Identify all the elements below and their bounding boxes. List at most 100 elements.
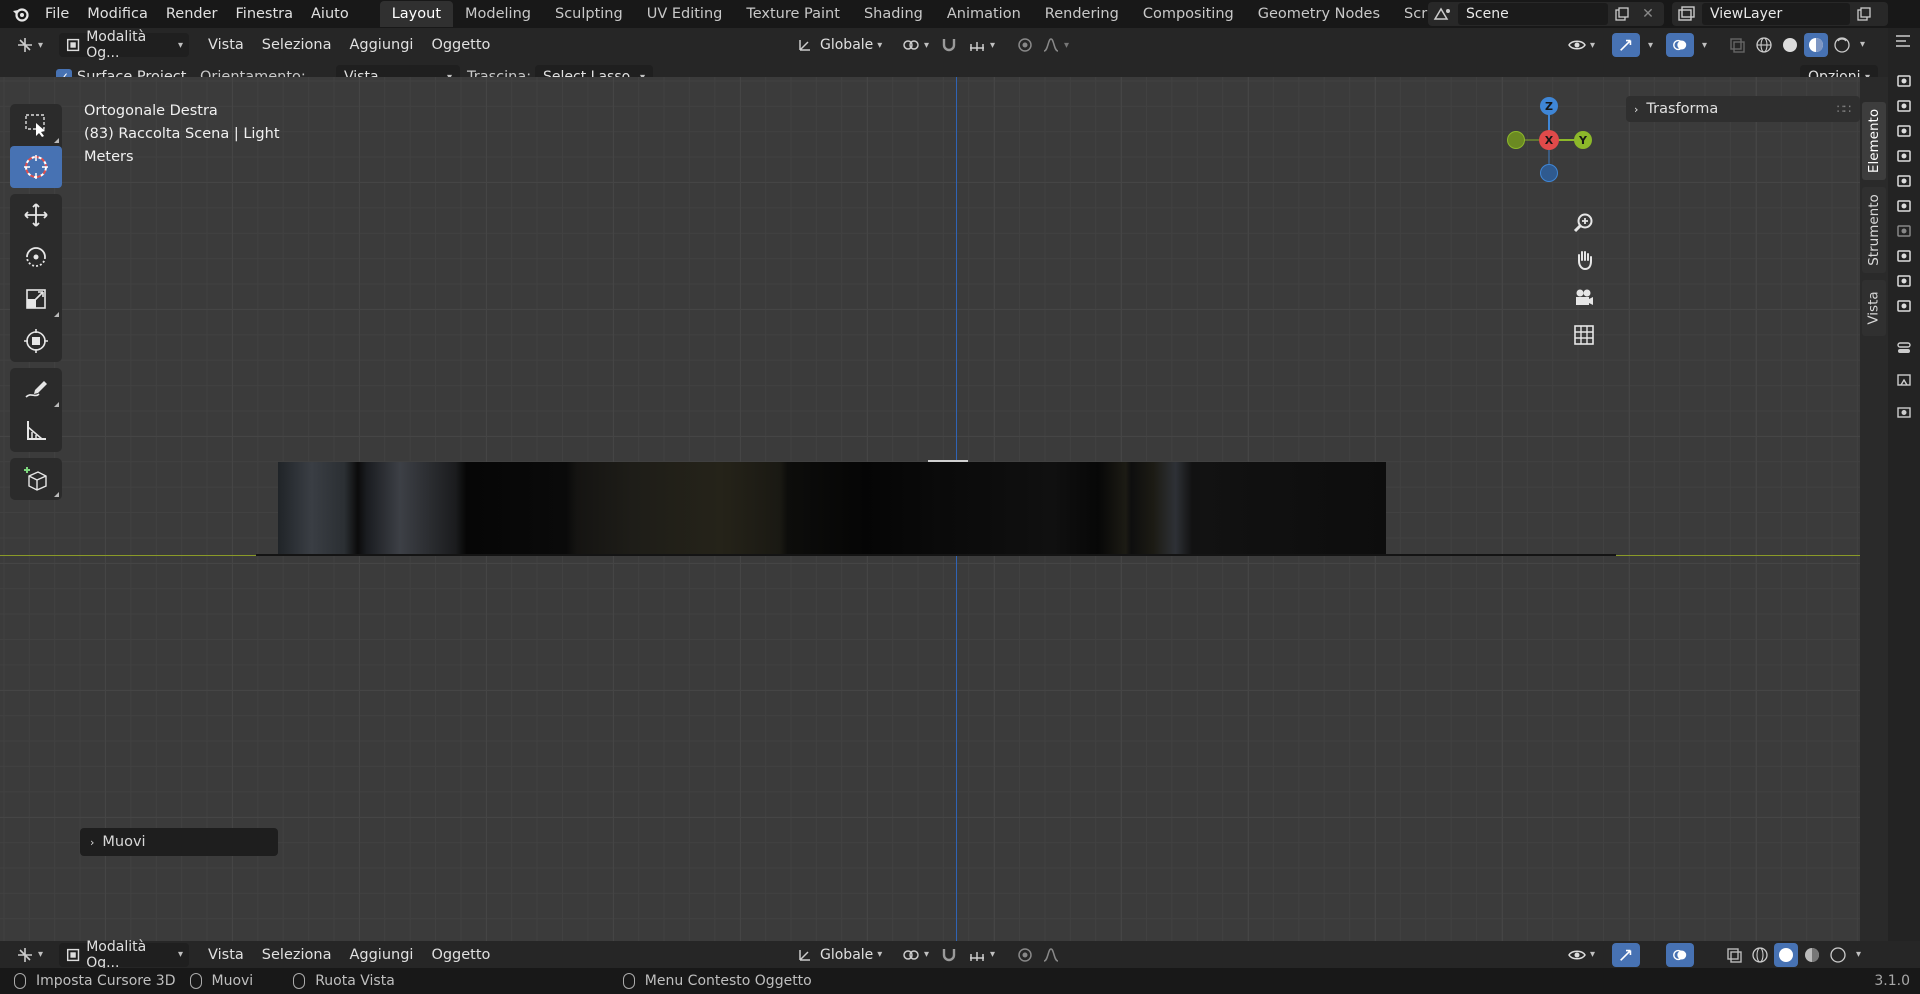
menu-oggetto[interactable]: Oggetto	[422, 943, 499, 967]
snap-target-dropdown[interactable]: ▾	[962, 33, 1001, 57]
gizmo-neg-y-axis[interactable]	[1507, 131, 1525, 149]
add-cube-tool[interactable]	[10, 458, 62, 500]
gizmo-y-axis[interactable]: Y	[1574, 131, 1592, 149]
menu-aggiungi[interactable]: Aggiungi	[340, 943, 422, 967]
pivot-point-dropdown[interactable]: ▾	[896, 943, 935, 967]
tab-strumento[interactable]: Strumento	[1862, 187, 1886, 273]
mode-dropdown[interactable]: Modalità Og... ▾	[59, 29, 190, 61]
visibility-dropdown[interactable]: ▾	[1562, 943, 1601, 967]
shading-dropdown-chevron[interactable]: ▾	[1856, 949, 1861, 967]
rotate-tool[interactable]	[10, 236, 62, 278]
scene-name-field[interactable]: Scene	[1458, 3, 1608, 25]
transform-tool[interactable]	[10, 320, 62, 362]
duplicate-scene-icon[interactable]	[1608, 7, 1636, 21]
tool-settings-icon[interactable]	[1896, 340, 1912, 356]
solid-shading-button[interactable]	[1774, 942, 1798, 967]
move-tool[interactable]	[10, 194, 62, 236]
falloff-dropdown[interactable]	[1036, 943, 1066, 967]
camera-render-icon[interactable]	[1896, 247, 1912, 263]
camera-render-icon[interactable]	[1896, 122, 1912, 138]
snap-toggle[interactable]	[934, 33, 964, 57]
gizmo-toggle[interactable]	[1612, 33, 1640, 57]
redo-last-panel[interactable]: › Muovi	[80, 828, 278, 856]
transform-orientation-dropdown[interactable]: Globale ▾	[790, 943, 888, 967]
editor-type-button[interactable]: ▾	[10, 33, 49, 57]
view-layer-name-field[interactable]: ViewLayer	[1702, 3, 1850, 25]
tab-uv-editing[interactable]: UV Editing	[635, 1, 735, 27]
navigation-gizmo[interactable]: Z Y X	[1496, 87, 1606, 197]
tab-rendering[interactable]: Rendering	[1033, 1, 1131, 27]
close-icon[interactable]: ✕	[1636, 6, 1660, 22]
transform-orientation-dropdown[interactable]: Globale ▾	[790, 33, 888, 57]
menu-oggetto[interactable]: Oggetto	[422, 33, 499, 57]
material-shading-button[interactable]	[1800, 943, 1824, 967]
selected-object-mesh[interactable]	[278, 462, 1386, 555]
menu-vista[interactable]: Vista	[199, 33, 253, 57]
scene-icon[interactable]	[1428, 6, 1458, 22]
tab-shading[interactable]: Shading	[852, 1, 935, 27]
camera-render-icon[interactable]	[1896, 97, 1912, 113]
tab-vista[interactable]: Vista	[1862, 280, 1886, 336]
xray-toggle[interactable]	[1722, 33, 1752, 57]
camera-view-button[interactable]	[1569, 283, 1599, 313]
xray-toggle[interactable]	[1722, 943, 1746, 967]
annotate-tool[interactable]	[10, 368, 62, 410]
overlay-toggle[interactable]	[1666, 33, 1694, 57]
menu-vista[interactable]: Vista	[199, 943, 253, 967]
mode-dropdown[interactable]: Modalità Og... ▾	[59, 939, 190, 971]
tab-sculpting[interactable]: Sculpting	[543, 1, 635, 27]
menu-aiuto[interactable]: Aiuto	[302, 0, 358, 28]
duplicate-view-layer-icon[interactable]	[1850, 7, 1878, 21]
menu-render[interactable]: Render	[157, 0, 227, 28]
rendered-shading-button[interactable]	[1830, 33, 1854, 57]
camera-render-icon[interactable]	[1896, 222, 1912, 238]
gizmo-dropdown-chevron[interactable]: ▾	[1648, 40, 1653, 51]
tab-texture-paint[interactable]: Texture Paint	[734, 1, 852, 27]
output-properties-icon[interactable]	[1896, 404, 1912, 420]
render-properties-icon[interactable]	[1896, 372, 1912, 388]
pivot-point-dropdown[interactable]: ▾	[896, 33, 935, 57]
outliner-editor-icon[interactable]	[1894, 32, 1912, 54]
editor-type-button[interactable]: ▾	[10, 943, 49, 967]
transform-panel-header[interactable]: › Trasforma ∷∷	[1626, 96, 1860, 122]
menu-finestra[interactable]: Finestra	[227, 0, 303, 28]
overlay-toggle[interactable]	[1666, 942, 1694, 967]
zoom-button[interactable]	[1569, 208, 1599, 238]
tab-layout[interactable]: Layout	[379, 1, 454, 27]
falloff-dropdown[interactable]: ▾	[1036, 33, 1075, 57]
camera-render-icon[interactable]	[1896, 72, 1912, 88]
visibility-dropdown[interactable]: ▾	[1562, 33, 1601, 57]
perspective-toggle-button[interactable]	[1569, 320, 1599, 350]
drag-handle-icon[interactable]: ∷∷	[1837, 102, 1851, 116]
gizmo-x-axis[interactable]: X	[1539, 130, 1559, 150]
camera-render-icon[interactable]	[1896, 172, 1912, 188]
3d-viewport[interactable]: Ortogonale Destra (83) Raccolta Scena | …	[0, 77, 1860, 941]
scale-tool[interactable]	[10, 278, 62, 320]
gizmo-neg-z-axis[interactable]	[1540, 164, 1558, 182]
menu-seleziona[interactable]: Seleziona	[253, 33, 341, 57]
overlay-dropdown-chevron[interactable]: ▾	[1702, 40, 1707, 51]
menu-modifica[interactable]: Modifica	[78, 0, 157, 28]
camera-render-icon[interactable]	[1896, 297, 1912, 313]
snap-target-dropdown[interactable]: ▾	[962, 943, 1001, 967]
snap-toggle[interactable]	[934, 943, 964, 967]
tab-geometry-nodes[interactable]: Geometry Nodes	[1246, 1, 1392, 27]
gizmo-toggle[interactable]	[1612, 942, 1640, 967]
select-box-tool[interactable]	[10, 104, 62, 146]
material-shading-button[interactable]	[1804, 33, 1828, 57]
tab-elemento[interactable]: Elemento	[1862, 102, 1886, 180]
cursor-tool[interactable]	[10, 146, 62, 188]
shading-dropdown-chevron[interactable]: ▾	[1860, 39, 1865, 57]
solid-shading-button[interactable]	[1778, 33, 1802, 57]
wireframe-shading-button[interactable]	[1752, 33, 1776, 57]
measure-tool[interactable]	[10, 410, 62, 452]
tab-compositing[interactable]: Compositing	[1131, 1, 1246, 27]
menu-aggiungi[interactable]: Aggiungi	[340, 33, 422, 57]
menu-file[interactable]: File	[36, 0, 78, 28]
camera-render-icon[interactable]	[1896, 272, 1912, 288]
wireframe-shading-button[interactable]	[1748, 943, 1772, 967]
menu-seleziona[interactable]: Seleziona	[253, 943, 341, 967]
pan-button[interactable]	[1569, 245, 1599, 275]
tab-modeling[interactable]: Modeling	[453, 1, 543, 27]
tab-animation[interactable]: Animation	[935, 1, 1033, 27]
